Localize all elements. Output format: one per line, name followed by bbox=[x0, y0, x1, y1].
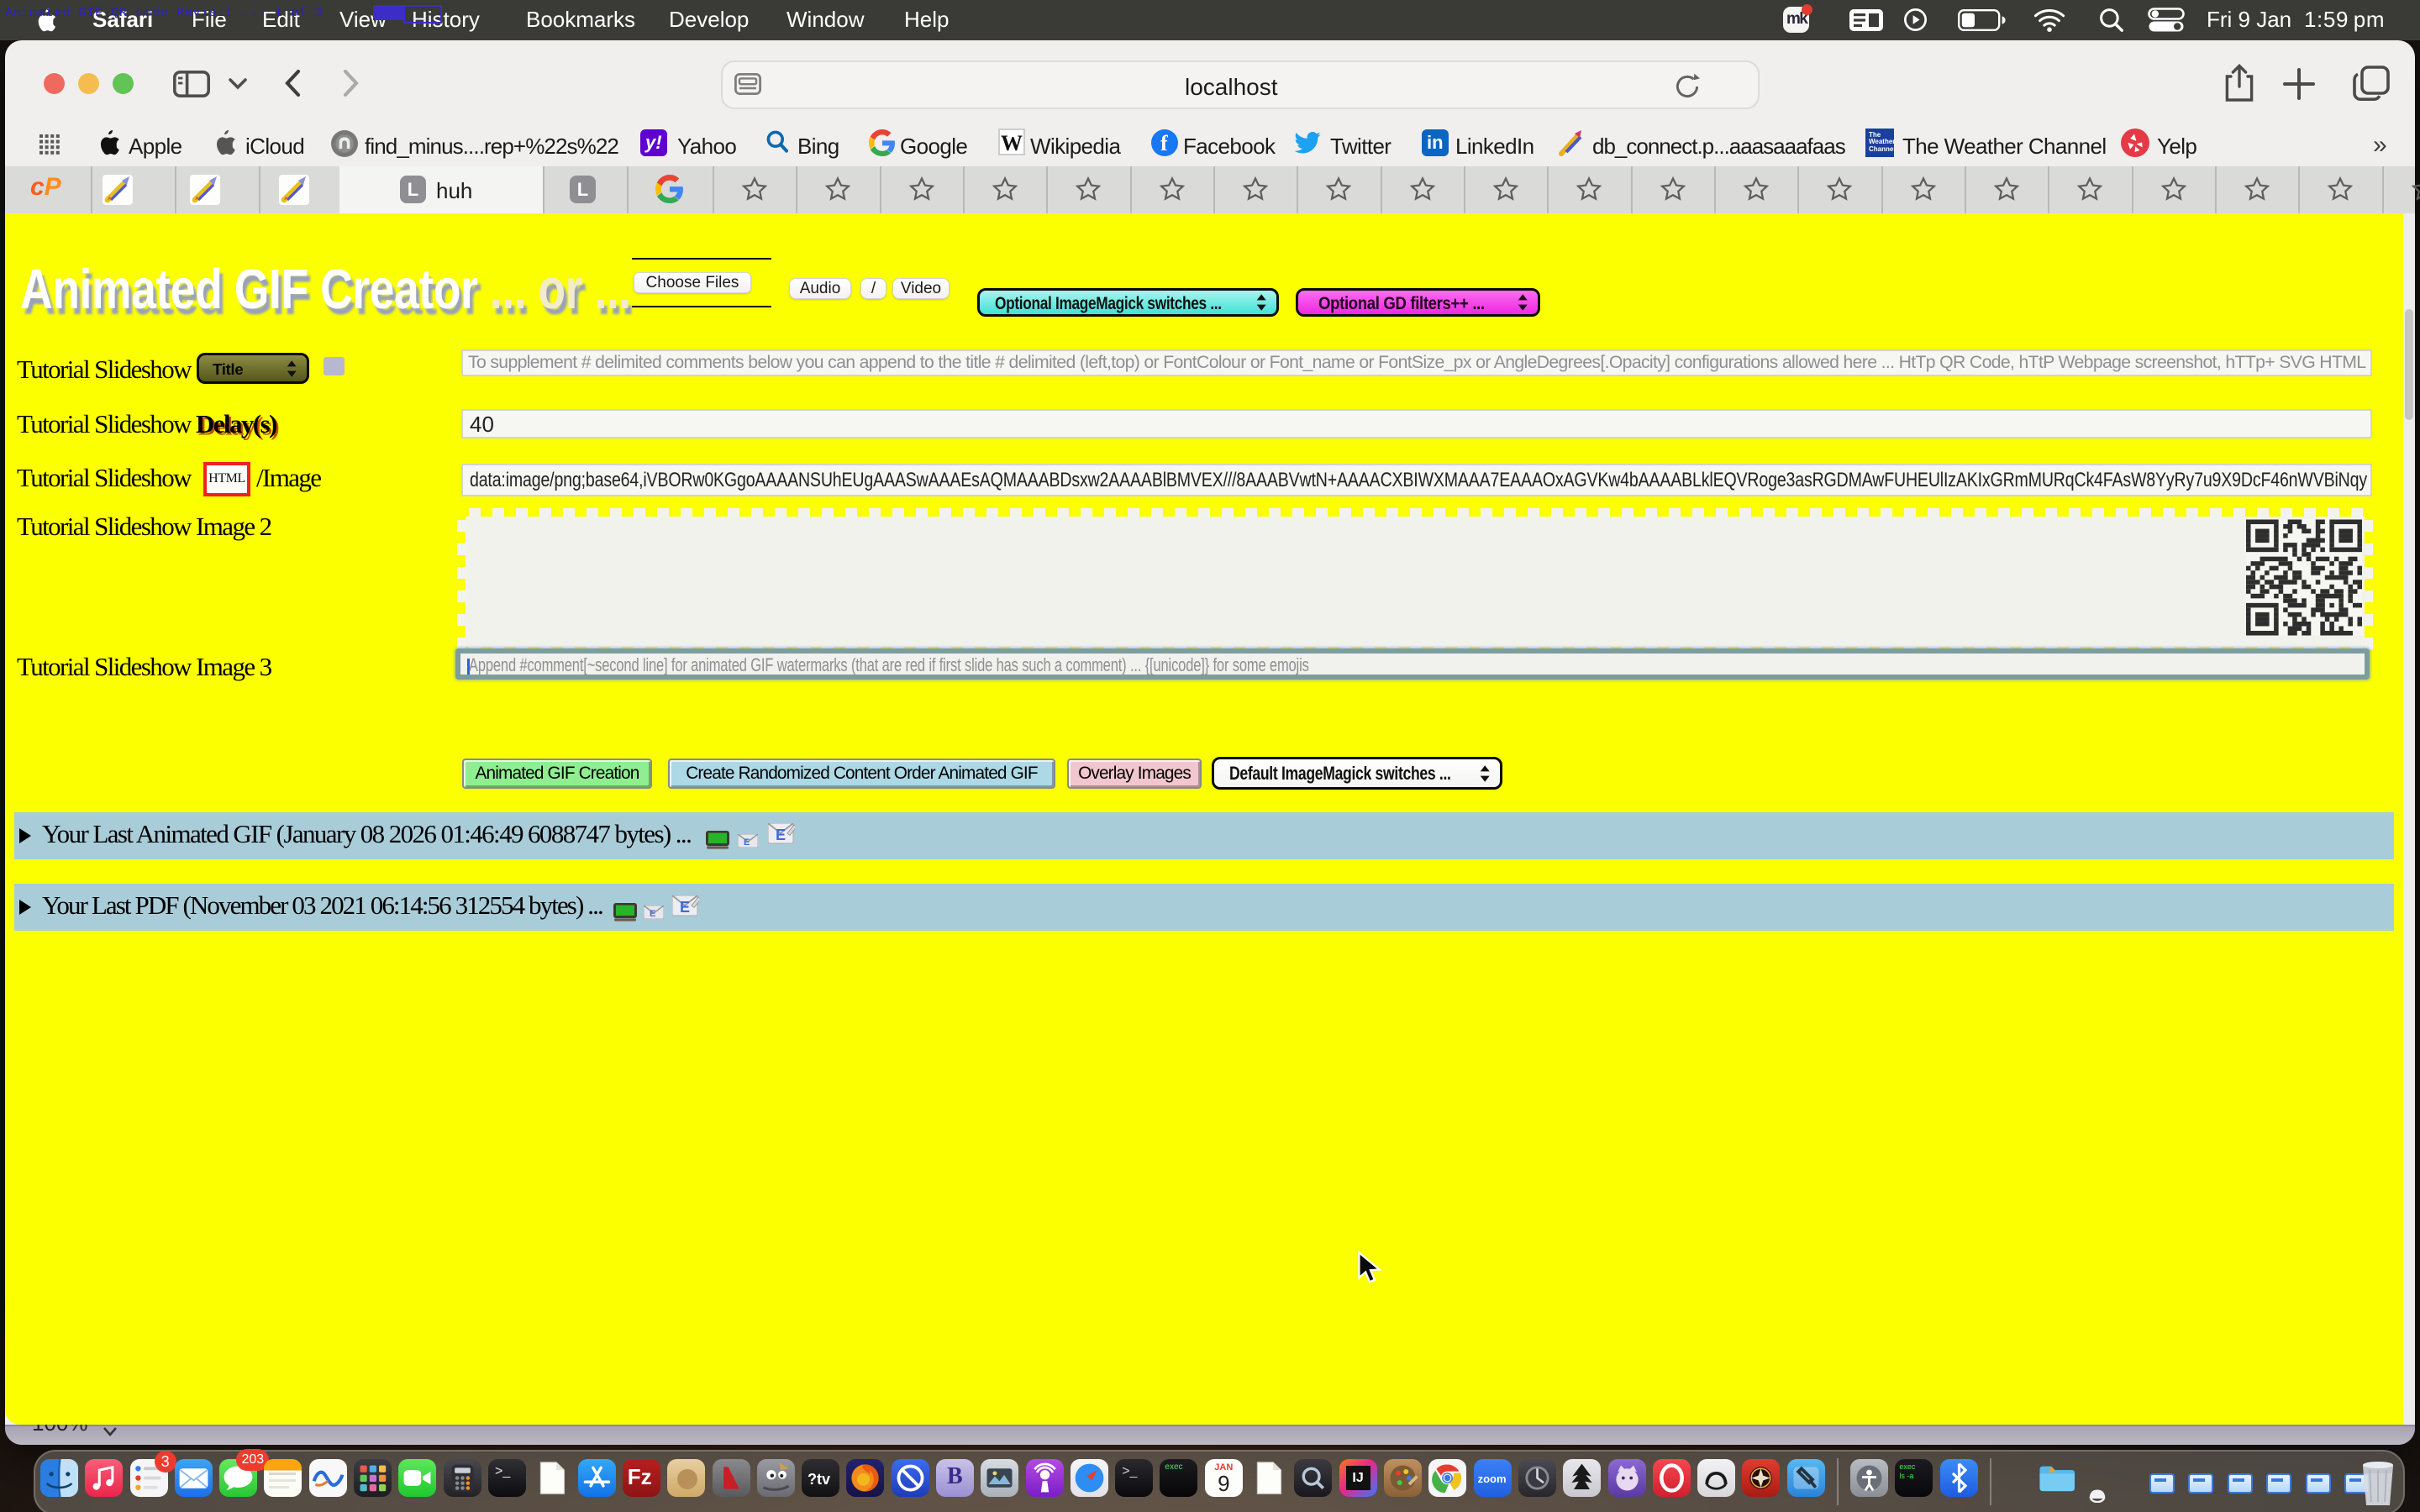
svg-text:E: E bbox=[680, 899, 690, 916]
svg-text:E: E bbox=[776, 827, 786, 843]
